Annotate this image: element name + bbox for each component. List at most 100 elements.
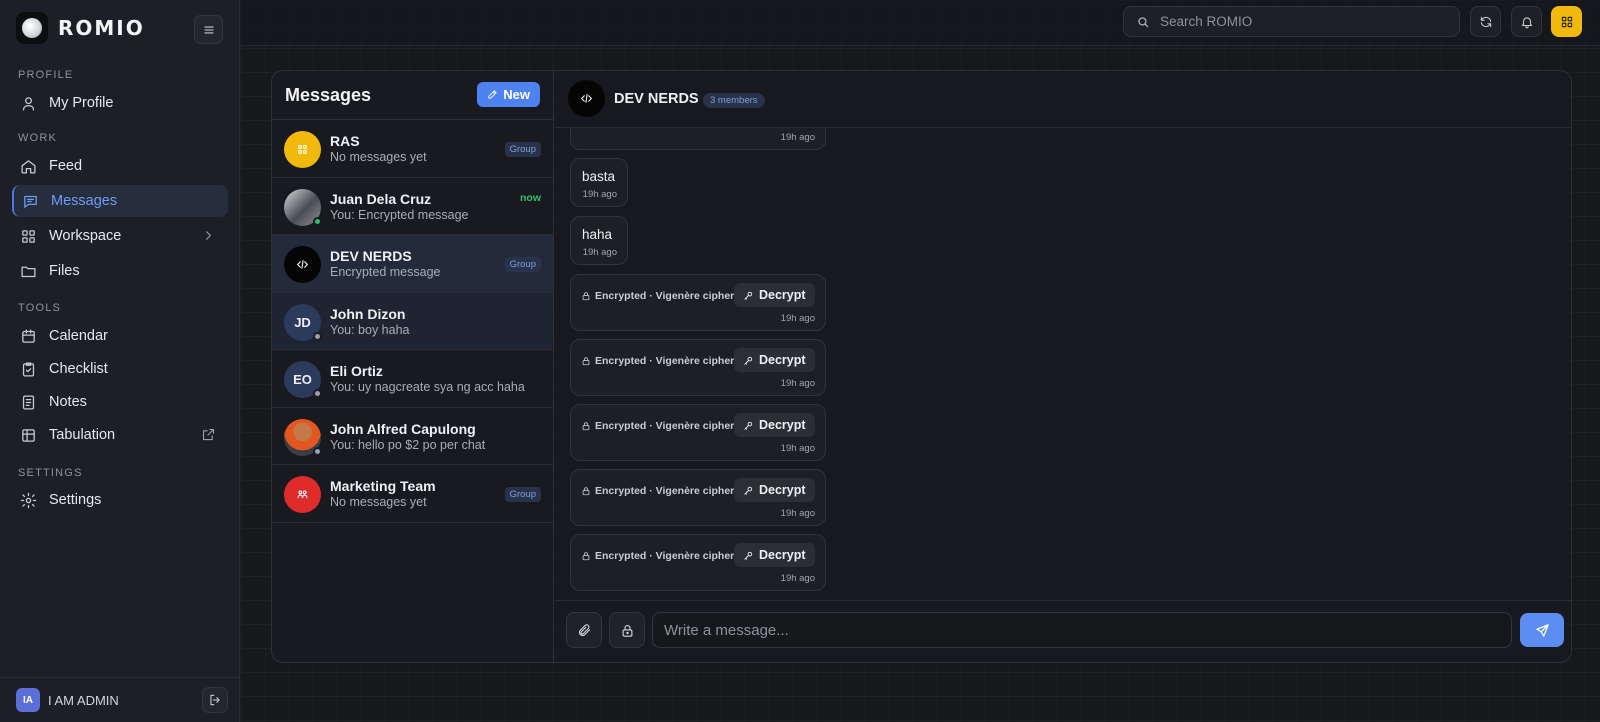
conversation-time: now <box>520 191 541 204</box>
online-status-dot <box>313 216 322 226</box>
decrypt-button[interactable]: Decrypt <box>734 283 815 307</box>
offline-status-dot <box>313 331 322 341</box>
sidebar-item-workspace[interactable]: Workspace <box>12 220 228 252</box>
folder-icon <box>21 266 36 277</box>
encrypted-label: Encrypted · Vigenère cipher <box>581 420 734 432</box>
conversation-item-eli-ortiz[interactable]: EO Eli Ortiz You: uy nagcreate sya ng ac… <box>272 350 553 408</box>
members-badge[interactable]: 3 members <box>703 93 765 108</box>
external-link-icon <box>202 428 215 441</box>
message-input[interactable] <box>652 612 1512 648</box>
group-badge: Group <box>504 487 541 502</box>
sidebar-item-label: Messages <box>51 193 118 209</box>
section-settings: SETTINGS <box>18 467 83 479</box>
sidebar-item-feed[interactable]: Feed <box>12 150 228 182</box>
conversation-item-john-alfred-capulong[interactable]: John Alfred Capulong You: hello po $2 po… <box>272 408 553 465</box>
conversation-preview: No messages yet <box>330 495 427 509</box>
lock-icon <box>582 552 590 561</box>
lock-icon <box>622 624 632 637</box>
sidebar-item-checklist[interactable]: Checklist <box>12 353 228 385</box>
conversation-name: Marketing Team <box>330 478 436 494</box>
menu-toggle-button[interactable] <box>194 15 223 44</box>
encrypted-message: Encrypted · Vigenère cipher Decrypt 19h … <box>570 274 826 331</box>
message-time: 19h ago <box>780 378 815 389</box>
message-bubble: haha 19h ago <box>570 216 628 265</box>
decrypt-button[interactable]: Decrypt <box>734 413 815 437</box>
encrypted-message: Encrypted · Vigenère cipher Decrypt 19h … <box>570 534 826 591</box>
decrypt-button[interactable]: Decrypt <box>734 543 815 567</box>
conversation-item-ras[interactable]: RAS No messages yet Group <box>272 120 553 178</box>
message-time: 19h ago <box>780 443 815 454</box>
message-time: 19h ago <box>780 573 815 584</box>
sidebar-item-calendar[interactable]: Calendar <box>12 320 228 352</box>
apps-button[interactable] <box>1551 6 1582 37</box>
group-badge: Group <box>504 142 541 157</box>
sidebar: ROMIO PROFILE My Profile WORK Feed Messa… <box>0 0 240 722</box>
grid-icon <box>298 145 307 154</box>
message-time: 19h ago <box>780 132 815 143</box>
search-box[interactable] <box>1123 6 1460 37</box>
conversation-item-dev-nerds[interactable]: DEV NERDS Encrypted message Group <box>272 235 553 293</box>
message-text: basta <box>582 169 616 184</box>
offline-status-dot <box>313 446 322 456</box>
key-icon <box>744 551 753 560</box>
grid-icon <box>22 229 35 243</box>
brand[interactable]: ROMIO <box>16 12 145 44</box>
avatar[interactable]: IA <box>16 688 40 712</box>
sidebar-item-messages[interactable]: Messages <box>12 185 228 217</box>
logout-icon <box>210 694 220 706</box>
conversation-preview: You: Encrypted message <box>330 207 469 222</box>
section-work: WORK <box>18 132 58 144</box>
notifications-button[interactable] <box>1511 6 1542 37</box>
user-name: I AM ADMIN <box>48 692 119 708</box>
section-profile: PROFILE <box>18 69 74 81</box>
decrypt-button[interactable]: Decrypt <box>734 478 815 502</box>
conversation-preview: You: boy haha <box>330 322 410 337</box>
logout-button[interactable] <box>202 687 228 713</box>
conversation-list-header: Messages New <box>272 71 553 120</box>
decrypt-button[interactable]: Decrypt <box>734 348 815 372</box>
topbar <box>241 0 1600 46</box>
encrypted-label: Encrypted · Vigenère cipher <box>581 550 734 562</box>
hamburger-icon <box>203 26 214 33</box>
grid-icon <box>1561 16 1572 27</box>
sidebar-item-label: Files <box>49 263 80 279</box>
conversation-list: Messages New RAS No messages yet Group J… <box>272 71 554 662</box>
sidebar-item-label: Settings <box>49 492 102 508</box>
encrypt-toggle-button[interactable] <box>609 612 645 648</box>
attach-button[interactable] <box>566 612 602 648</box>
sidebar-item-label: Calendar <box>49 328 108 344</box>
sidebar-item-notes[interactable]: Notes <box>12 386 228 418</box>
conversation-preview: No messages yet <box>330 150 427 164</box>
sidebar-item-settings[interactable]: Settings <box>12 484 228 516</box>
message-time: 19h ago <box>582 247 617 258</box>
lock-icon <box>582 487 590 496</box>
encrypted-message: Encrypted · Vigenère cipher Decrypt 19h … <box>570 469 826 526</box>
sidebar-item-label: Tabulation <box>49 427 116 443</box>
avatar[interactable] <box>568 80 605 117</box>
conversation-item-john-dizon[interactable]: JD John Dizon You: boy haha <box>272 292 553 350</box>
message-list[interactable]: 19h ago basta 19h ago haha 19h ago Encry… <box>555 128 1571 600</box>
sidebar-item-label: Feed <box>49 158 83 174</box>
chevron-right-icon <box>206 231 211 240</box>
search-icon <box>1138 16 1149 27</box>
conversation-item-juan-dela-cruz[interactable]: Juan Dela Cruz You: Encrypted message no… <box>272 178 553 235</box>
key-icon <box>744 356 753 365</box>
search-input[interactable] <box>1160 14 1440 29</box>
new-message-button[interactable]: New <box>477 82 540 107</box>
conversation-preview: Encrypted message <box>330 265 441 279</box>
sidebar-item-label: Workspace <box>49 228 122 244</box>
sidebar-item-tabulation[interactable]: Tabulation <box>12 419 228 451</box>
chat-view: DEV NERDS 3 members 19h ago basta 19h ag… <box>555 71 1571 662</box>
checklist-icon <box>22 361 35 377</box>
conversation-preview: You: uy nagcreate sya ng acc haha <box>330 380 525 394</box>
send-button[interactable] <box>1520 613 1564 647</box>
message-time: 19h ago <box>780 508 815 519</box>
message-time: 19h ago <box>780 313 815 324</box>
sidebar-item-my-profile[interactable]: My Profile <box>12 87 228 119</box>
sidebar-item-files[interactable]: Files <box>12 255 228 287</box>
conversation-item-marketing-team[interactable]: Marketing Team No messages yet Group <box>272 465 553 523</box>
message-time: 19h ago <box>582 189 617 200</box>
key-icon <box>744 421 753 430</box>
refresh-button[interactable] <box>1470 6 1501 37</box>
conversation-name: John Alfred Capulong <box>330 420 476 437</box>
